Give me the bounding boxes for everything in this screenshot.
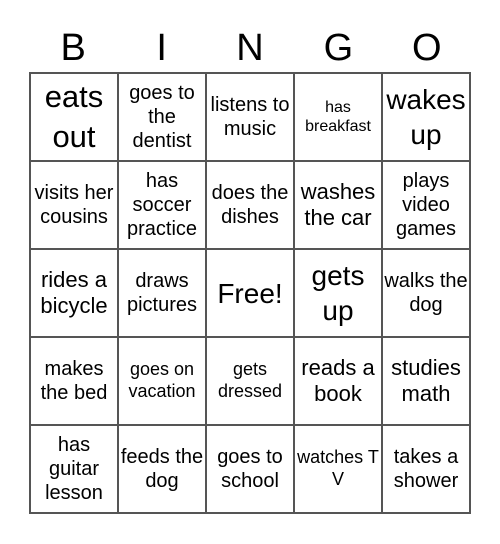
bingo-cell[interactable]: visits her cousins: [30, 161, 118, 249]
bingo-cell[interactable]: has soccer practice: [118, 161, 206, 249]
bingo-cell[interactable]: watches T V: [294, 425, 382, 513]
bingo-grid: eats out goes to the dentist listens to mu…: [29, 72, 471, 514]
bingo-cell[interactable]: rides a bicycle: [30, 249, 118, 337]
header-letter-i: I: [156, 27, 167, 69]
header-letter-g: G: [323, 27, 354, 69]
free-space-cell[interactable]: Free!: [206, 249, 294, 337]
bingo-cell[interactable]: goes to the dentist: [118, 73, 206, 161]
bingo-cell[interactable]: listens to music: [206, 73, 294, 161]
bingo-cell[interactable]: makes the bed: [30, 337, 118, 425]
bingo-cell[interactable]: walks the dog: [382, 249, 470, 337]
bingo-cell[interactable]: gets dressed: [206, 337, 294, 425]
bingo-cell[interactable]: has guitar lesson: [30, 425, 118, 513]
bingo-cell[interactable]: studies math: [382, 337, 470, 425]
bingo-cell[interactable]: has breakfast: [294, 73, 382, 161]
bingo-cell[interactable]: reads a book: [294, 337, 382, 425]
bingo-cell[interactable]: washes the car: [294, 161, 382, 249]
header-letter-b: B: [60, 27, 86, 69]
bingo-cell[interactable]: takes a shower: [382, 425, 470, 513]
header-letter-o: O: [412, 27, 442, 69]
bingo-header: B I N G O: [29, 24, 471, 72]
bingo-cell[interactable]: gets up: [294, 249, 382, 337]
bingo-cell[interactable]: wakes up: [382, 73, 470, 161]
bingo-cell[interactable]: plays video games: [382, 161, 470, 249]
bingo-cell[interactable]: goes to school: [206, 425, 294, 513]
header-letter-n: N: [236, 27, 264, 69]
bingo-cell[interactable]: eats out: [30, 73, 118, 161]
bingo-cell[interactable]: does the dishes: [206, 161, 294, 249]
bingo-cell[interactable]: draws pictures: [118, 249, 206, 337]
bingo-cell[interactable]: goes on vacation: [118, 337, 206, 425]
bingo-cell[interactable]: feeds the dog: [118, 425, 206, 513]
